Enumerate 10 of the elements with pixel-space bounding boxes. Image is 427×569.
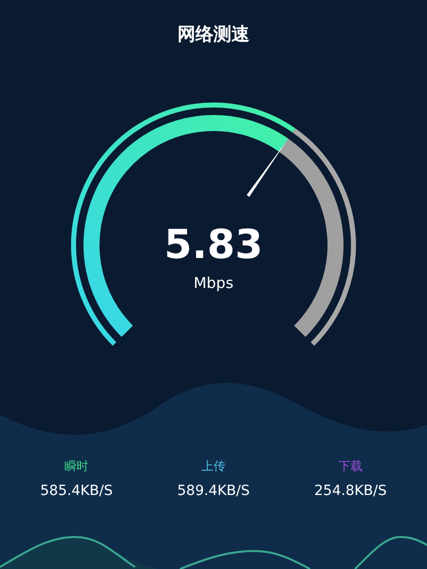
stat-label: 上传: [202, 458, 226, 475]
stat-label: 瞬时: [64, 458, 88, 475]
page-title: 网络测速: [178, 23, 250, 46]
speed-value: 5.83: [164, 222, 263, 268]
stat-value: 585.4KB/S: [40, 483, 113, 499]
stat-label: 下载: [338, 458, 362, 475]
stat-value: 589.4KB/S: [177, 483, 250, 499]
gauge-needle: [246, 138, 288, 197]
stat-value: 254.8KB/S: [314, 483, 387, 499]
speed-unit: Mbps: [194, 274, 234, 292]
